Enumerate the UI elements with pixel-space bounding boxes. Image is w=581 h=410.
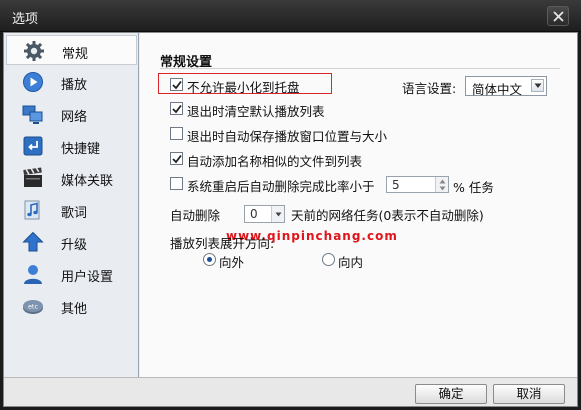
spin-buttons[interactable] — [271, 206, 284, 222]
auto-delete-prefix: 自动删除 — [170, 208, 221, 223]
close-icon — [553, 11, 564, 22]
language-value: 简体中文 — [472, 82, 523, 97]
svg-text:etc: etc — [28, 303, 39, 311]
clapper-icon — [23, 167, 42, 187]
sidebar-item-label: 快捷键 — [61, 142, 101, 157]
sidebar-item-playback[interactable]: 播放 — [6, 67, 137, 97]
chevron-down-icon — [534, 83, 542, 88]
checkbox-label: 退出时自动保存播放窗口位置与大小 — [187, 129, 388, 144]
checkbox-label: 自动添加名称相似的文件到列表 — [187, 154, 363, 169]
language-select[interactable]: 简体中文 — [465, 76, 547, 97]
sidebar-item-network[interactable]: 网络 — [6, 99, 137, 129]
sidebar-item-label: 升级 — [61, 238, 88, 253]
chevron-down-icon[interactable] — [439, 186, 446, 191]
close-button[interactable] — [547, 6, 569, 26]
checkbox[interactable] — [170, 78, 183, 91]
radio-label: 向外 — [219, 255, 245, 270]
ratio-spinbox[interactable]: 5 — [386, 176, 449, 193]
sidebar-item-label: 媒体关联 — [61, 174, 114, 189]
language-label: 语言设置: — [402, 81, 457, 96]
general-settings-panel: 常规设置 不允许最小化到托盘 语言设置: 简体中文 退出时清空默认播放列表 退出… — [140, 33, 577, 377]
dialog-footer: 确定 取消 — [4, 377, 577, 406]
sidebar-item-general[interactable]: 常规 — [6, 35, 137, 65]
ratio-value: 5 — [392, 178, 400, 192]
radio-button[interactable] — [203, 253, 216, 266]
checkmark-icon — [172, 80, 182, 90]
checkbox-label: 不允许最小化到托盘 — [187, 80, 300, 95]
spin-buttons[interactable] — [435, 177, 448, 192]
checkbox[interactable] — [170, 177, 183, 190]
etc-icon: etc — [23, 300, 43, 314]
section-divider — [160, 68, 560, 69]
dropdown-button[interactable] — [531, 79, 544, 92]
checkmark-icon — [172, 104, 182, 114]
sidebar-item-shortcuts[interactable]: 快捷键 — [6, 131, 137, 161]
sidebar: 常规 播放 网络 快捷键 媒体关联 歌词 升级 用户设置 etc 其他 — [4, 33, 139, 377]
days-value: 0 — [250, 207, 258, 221]
sidebar-item-label: 用户设置 — [61, 270, 114, 285]
window-title: 选项 — [12, 12, 39, 27]
sidebar-item-media-association[interactable]: 媒体关联 — [6, 163, 137, 193]
sidebar-item-label: 播放 — [61, 78, 88, 93]
sidebar-item-other[interactable]: etc 其他 — [6, 291, 137, 321]
gear-icon — [24, 41, 44, 61]
checkbox[interactable] — [170, 127, 183, 140]
checkbox[interactable] — [170, 152, 183, 165]
network-icon — [22, 105, 43, 124]
music-note-icon — [24, 200, 40, 220]
chevron-down-icon[interactable] — [275, 212, 282, 217]
ratio-suffix: % 任务 — [453, 180, 494, 195]
user-icon — [24, 265, 42, 284]
radio-label: 向内 — [338, 255, 364, 270]
checkbox-label: 退出时清空默认播放列表 — [187, 104, 325, 119]
cancel-button[interactable]: 取消 — [493, 384, 565, 404]
sidebar-item-lyrics[interactable]: 歌词 — [6, 195, 137, 225]
auto-delete-suffix: 天前的网络任务(0表示不自动删除) — [291, 208, 484, 223]
checkmark-icon — [172, 154, 182, 164]
play-icon — [23, 72, 43, 92]
radio-button[interactable] — [322, 253, 335, 266]
upgrade-arrow-icon — [22, 231, 44, 252]
radio-dot — [207, 257, 212, 262]
sidebar-item-label: 歌词 — [61, 206, 88, 221]
sidebar-item-label: 常规 — [62, 47, 89, 62]
title-bar: 选项 — [0, 0, 581, 32]
shortcut-icon — [23, 136, 43, 156]
days-spinbox[interactable]: 0 — [244, 205, 285, 223]
sidebar-item-label: 网络 — [61, 110, 88, 125]
checkbox-label: 系统重启后自动删除完成比率小于 — [187, 179, 375, 194]
checkbox[interactable] — [170, 102, 183, 115]
chevron-up-icon[interactable] — [439, 179, 446, 184]
playlist-direction-label: 播放列表展开方向: — [170, 236, 275, 251]
options-dialog: 常规 播放 网络 快捷键 媒体关联 歌词 升级 用户设置 etc 其他 常规设置… — [3, 32, 578, 407]
sidebar-item-user-settings[interactable]: 用户设置 — [6, 259, 137, 289]
ok-button[interactable]: 确定 — [415, 384, 487, 404]
sidebar-item-upgrade[interactable]: 升级 — [6, 227, 137, 257]
sidebar-item-label: 其他 — [61, 302, 88, 317]
